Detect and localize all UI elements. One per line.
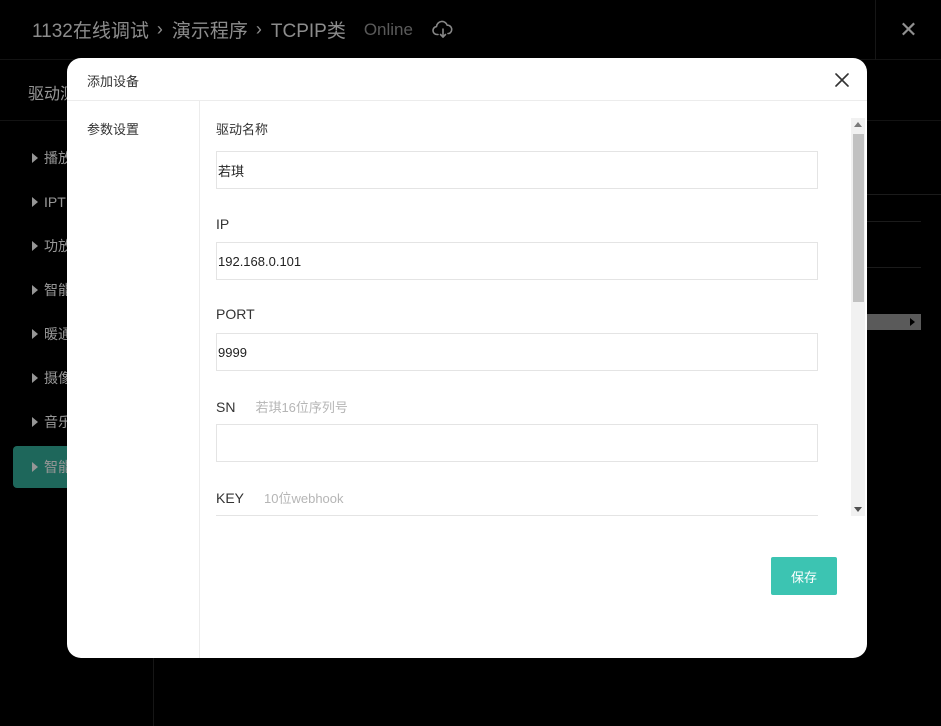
key-hint: 10位webhook <box>264 491 344 506</box>
add-device-dialog: 添加设备 参数设置 驱动名称 IP PORT SN若琪16位序列号 KEY10位… <box>67 58 867 658</box>
scroll-up-icon[interactable] <box>854 122 862 127</box>
scrollbar-thumb[interactable] <box>853 134 864 302</box>
scroll-down-icon[interactable] <box>854 507 862 512</box>
sn-input[interactable] <box>216 424 818 462</box>
dialog-header: 添加设备 <box>67 58 867 101</box>
side-item-parameters[interactable]: 参数设置 <box>87 119 139 138</box>
close-dialog-button[interactable] <box>831 69 853 91</box>
dialog-title: 添加设备 <box>87 74 140 89</box>
sn-label: SN 若琪16位序列号 <box>216 399 348 415</box>
port-label: PORT <box>216 306 255 322</box>
driver-name-input[interactable] <box>216 151 818 189</box>
dialog-side-menu: 参数设置 <box>67 101 200 658</box>
port-input[interactable] <box>216 333 818 371</box>
ip-label: IP <box>216 216 230 232</box>
ip-input[interactable] <box>216 242 818 280</box>
key-input[interactable] <box>216 515 818 516</box>
form-scrollbar[interactable] <box>851 118 865 516</box>
driver-name-label: 驱动名称 <box>216 122 269 137</box>
close-icon <box>835 73 849 87</box>
key-label: KEY 10位webhook <box>216 490 344 506</box>
device-form: 驱动名称 IP PORT SN若琪16位序列号 KEY10位webhook <box>200 116 852 516</box>
sn-hint: 若琪16位序列号 <box>255 400 348 415</box>
save-button[interactable]: 保存 <box>771 557 837 595</box>
